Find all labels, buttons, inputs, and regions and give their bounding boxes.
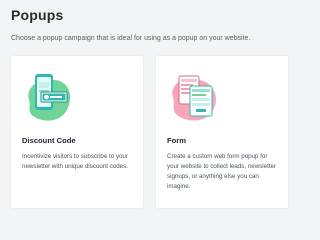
page-subtitle: Choose a popup campaign that is ideal fo… — [11, 35, 251, 42]
card-title: Form — [167, 136, 186, 145]
page-title: Popups — [11, 7, 64, 23]
card-title: Discount Code — [22, 136, 76, 145]
card-discount-code[interactable]: Discount Code Incentivize visitors to su… — [11, 56, 143, 208]
discount-code-illustration — [28, 74, 71, 121]
card-form[interactable]: Form Create a custom web form popup for … — [156, 56, 288, 208]
form-illustration — [172, 75, 216, 121]
card-description: Create a custom web form popup for your … — [167, 153, 277, 190]
card-description: Incentivize visitors to subscribe to you… — [22, 153, 128, 170]
